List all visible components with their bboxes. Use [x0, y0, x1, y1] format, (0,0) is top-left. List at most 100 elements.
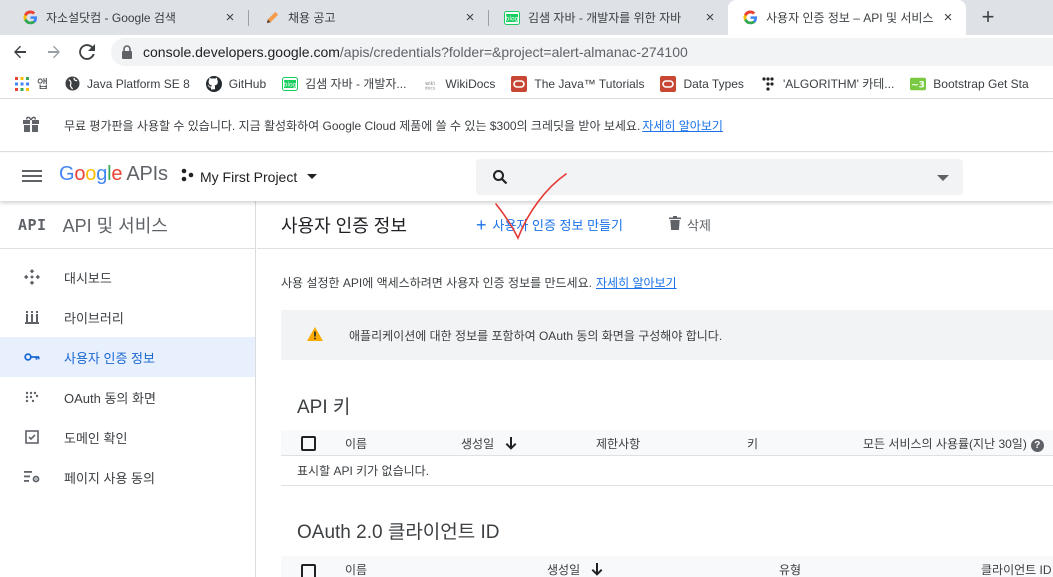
- menu-icon[interactable]: [22, 167, 42, 187]
- bookmark-label: Data Types: [683, 76, 744, 91]
- bookmark-label: 앱: [37, 77, 49, 91]
- select-all-checkbox[interactable]: [301, 564, 316, 577]
- sidebar-item-credentials[interactable]: 사용자 인증 정보: [0, 337, 255, 377]
- column-header-name[interactable]: 이름: [345, 561, 367, 577]
- trash-icon: [669, 216, 681, 233]
- search-input[interactable]: [476, 159, 963, 195]
- browser-tab-active[interactable]: 사용자 인증 정보 – API 및 서비스 ×: [728, 0, 966, 35]
- key-icon: [24, 349, 40, 365]
- arrow-left-icon: [14, 45, 26, 59]
- bookmark-item[interactable]: 'ALGORITHM' 카테...: [760, 75, 894, 92]
- bookmark-label: Bootstrap Get Sta: [933, 76, 1029, 91]
- bookmark-item[interactable]: blog 김샘 자바 - 개발자...: [282, 75, 406, 92]
- project-name: My First Project: [200, 168, 298, 185]
- chevron-down-icon[interactable]: [937, 175, 949, 181]
- sidebar-item-label: 대시보드: [64, 270, 112, 286]
- column-header-client-id[interactable]: 클라이언트 ID: [981, 561, 1052, 577]
- logo-apis-text: APIs: [126, 163, 168, 185]
- sidebar: API API 및 서비스 대시보드 라이브러리 사용자 인증 정보 OAuth…: [0, 201, 256, 577]
- tab-title: 사용자 인증 정보 – API 및 서비스: [766, 11, 934, 25]
- sidebar-header: API API 및 서비스: [0, 201, 255, 249]
- select-all-checkbox[interactable]: [301, 436, 316, 451]
- forward-button[interactable]: [42, 40, 66, 64]
- close-icon[interactable]: ×: [702, 9, 718, 26]
- bookmark-apps[interactable]: 앱: [14, 75, 48, 92]
- sidebar-item-library[interactable]: 라이브러리: [0, 297, 255, 337]
- help-icon[interactable]: ?: [1030, 439, 1044, 452]
- oauth-dots-icon: [24, 389, 40, 405]
- arrow-down-icon: [592, 563, 603, 576]
- google-apis-logo[interactable]: Google APIs: [59, 163, 168, 186]
- dashboard-icon: [24, 269, 40, 285]
- bookmark-item[interactable]: GitHub: [205, 75, 266, 92]
- empty-state-row: 표시할 API 키가 없습니다.: [281, 456, 1053, 486]
- column-header-usage[interactable]: 모든 서비스의 사용률(지난 30일)?: [863, 435, 1044, 452]
- back-button[interactable]: [8, 40, 32, 64]
- close-icon[interactable]: ×: [940, 9, 956, 26]
- api-icon: API: [18, 215, 47, 234]
- checkbox-icon: [24, 429, 40, 445]
- sidebar-item-label: 사용자 인증 정보: [64, 350, 155, 366]
- tab-title: 자소설닷컴 - Google 검색: [46, 11, 176, 25]
- arrow-down-icon: [506, 437, 517, 450]
- column-header-created[interactable]: 생성일: [547, 561, 603, 577]
- sidebar-item-oauth-consent[interactable]: OAuth 동의 화면: [0, 377, 255, 417]
- bookmark-item[interactable]: Java Platform SE 8: [64, 76, 190, 92]
- plus-icon: +: [476, 214, 487, 235]
- close-icon[interactable]: ×: [222, 9, 238, 26]
- sidebar-item-page-usage-agreements[interactable]: 페이지 사용 동의: [0, 457, 255, 497]
- create-credentials-button[interactable]: + 사용자 인증 정보 만들기: [476, 215, 623, 234]
- browser-tab[interactable]: 자소설닷컴 - Google 검색 ×: [8, 0, 248, 35]
- sidebar-item-label: OAuth 동의 화면: [64, 390, 156, 406]
- delete-label: 삭제: [687, 218, 711, 233]
- column-header-type[interactable]: 유형: [779, 561, 801, 577]
- api-keys-table: 이름 생성일 제한사항 키 모든 서비스의 사용률(지난 30일)? 표시할 A…: [281, 430, 1053, 486]
- free-trial-banner: 무료 평가판을 사용할 수 있습니다. 지금 활성화하여 Google Clou…: [0, 100, 1053, 152]
- url-host: console.developers.google.com: [143, 44, 340, 60]
- create-credentials-label: 사용자 인증 정보 만들기: [492, 218, 623, 233]
- lock-icon: [122, 45, 132, 59]
- banner-learn-more-link[interactable]: 자세히 알아보기: [642, 117, 723, 134]
- bookmark-label: 'ALGORITHM' 카테...: [782, 77, 895, 91]
- action-bar: 사용자 인증 정보 + 사용자 인증 정보 만들기 삭제: [257, 201, 1053, 249]
- library-icon: [24, 309, 40, 325]
- delete-button[interactable]: 삭제: [669, 215, 711, 234]
- bookmark-item[interactable]: wiki docs WikiDocs: [422, 76, 495, 92]
- bookmark-item[interactable]: Data Types: [660, 75, 744, 92]
- learn-more-link[interactable]: 자세히 알아보기: [596, 276, 677, 290]
- browser-tab[interactable]: 채용 공고 ×: [250, 0, 488, 35]
- intro-message: 사용 설정한 API에 액세스하려면 사용자 인증 정보를 만드세요.: [281, 276, 592, 290]
- console-header: Google APIs My First Project: [0, 153, 1053, 201]
- api-keys-title: API 키: [297, 397, 351, 418]
- sidebar-item-domain-verification[interactable]: 도메인 확인: [0, 417, 255, 457]
- column-header-restrictions[interactable]: 제한사항: [596, 435, 640, 452]
- intro-text: 사용 설정한 API에 액세스하려면 사용자 인증 정보를 만드세요. 자세히 알…: [281, 274, 677, 291]
- tab-title: 채용 공고: [288, 11, 336, 25]
- project-icon: [180, 168, 194, 185]
- google-g-icon: [742, 10, 758, 26]
- sidebar-item-label: 라이브러리: [64, 310, 124, 326]
- arrow-right-icon: [48, 45, 60, 59]
- reload-icon: [79, 44, 95, 60]
- new-tab-button[interactable]: +: [975, 4, 1001, 30]
- bookmark-item[interactable]: ~3 Bootstrap Get Sta: [910, 76, 1029, 92]
- oauth-clients-title: OAuth 2.0 클라이언트 ID: [297, 522, 500, 543]
- reload-button[interactable]: [75, 40, 99, 64]
- tab-separator: [488, 10, 489, 26]
- svg-text:docs: docs: [425, 85, 436, 90]
- sidebar-item-dashboard[interactable]: 대시보드: [0, 257, 255, 297]
- main-content: 사용자 인증 정보 + 사용자 인증 정보 만들기 삭제 사용 설정한 API에…: [257, 201, 1053, 577]
- column-header-key[interactable]: 키: [747, 435, 758, 452]
- address-bar[interactable]: console.developers.google.com/apis/crede…: [111, 38, 1053, 66]
- sidebar-item-label: 도메인 확인: [64, 430, 128, 446]
- close-icon[interactable]: ×: [462, 9, 478, 26]
- oracle-icon: [660, 75, 677, 92]
- browser-tab-strip: 자소설닷컴 - Google 검색 × 채용 공고 × blog 김샘 자바 -…: [0, 0, 1053, 35]
- bookmark-item[interactable]: The Java™ Tutorials: [511, 75, 644, 92]
- column-header-name[interactable]: 이름: [345, 435, 367, 452]
- bookmarks-bar: 앱 Java Platform SE 8 GitHub blog 김샘 자바 -…: [0, 69, 1053, 99]
- browser-tab[interactable]: blog 김샘 자바 - 개발자를 위한 자바 ×: [490, 0, 728, 35]
- bookmark-label: 김샘 자바 - 개발자...: [305, 77, 407, 91]
- project-selector[interactable]: My First Project: [180, 168, 318, 185]
- column-header-created[interactable]: 생성일: [461, 435, 517, 452]
